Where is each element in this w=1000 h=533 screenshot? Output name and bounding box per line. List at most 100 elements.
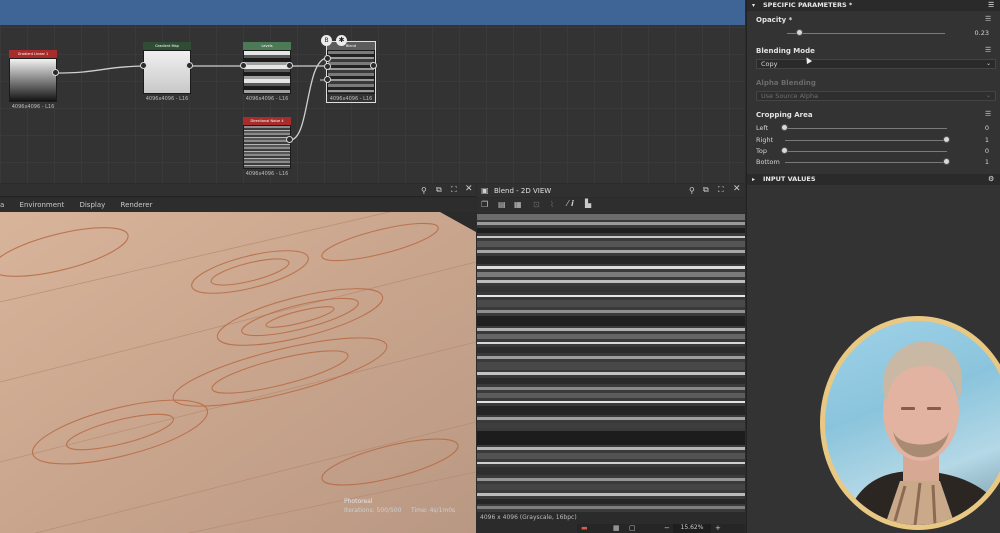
crop-left-value[interactable]: 0: [965, 124, 989, 132]
output-port[interactable]: [52, 69, 59, 76]
render-time: Time: 4s/1m0s: [411, 507, 456, 514]
pin-icon[interactable]: ⚲: [689, 186, 695, 195]
chevron-down-icon: ⌄: [986, 60, 992, 67]
input-port-foreground[interactable]: [324, 55, 331, 62]
node-caption: 4096x4096 - L16: [245, 171, 289, 177]
node-gradient-map[interactable]: Gradient Map 4096x4096 - L16: [143, 42, 191, 102]
node-gradient-linear[interactable]: Gradient Linear 1 4096x4096 - L16: [9, 50, 57, 110]
blending-mode-dropdown[interactable]: Copy ⌄: [756, 59, 996, 69]
menu-item-display[interactable]: Display: [79, 198, 105, 212]
collapse-icon[interactable]: ▸: [752, 174, 755, 185]
float-icon[interactable]: ⧉: [436, 185, 442, 195]
alpha-blending-dropdown[interactable]: Use Source Alpha ⌄: [756, 91, 996, 101]
badge-icon[interactable]: B: [321, 35, 332, 46]
float-icon[interactable]: ⧉: [703, 185, 709, 195]
input-port-mask[interactable]: [324, 76, 331, 83]
specific-parameters-header[interactable]: ▾ SPECIFIC PARAMETERS * ☰: [747, 0, 1000, 11]
zoom-field[interactable]: 15.62%: [673, 524, 711, 533]
output-port[interactable]: [370, 62, 377, 69]
node-caption: 4096x4096 - L16: [11, 104, 55, 110]
input-port[interactable]: [140, 62, 147, 69]
menu-item-scene[interactable]: a: [0, 198, 4, 212]
blending-mode-value: Copy: [761, 60, 778, 68]
opacity-slider-knob[interactable]: [795, 29, 803, 36]
connection-1: [55, 65, 145, 74]
crop-top-slider[interactable]: [785, 151, 947, 152]
save-icon[interactable]: ▤: [498, 200, 506, 209]
connection-4: [289, 57, 328, 141]
zoom-in-icon[interactable]: +: [715, 524, 721, 532]
maximize-icon[interactable]: ⛶: [718, 185, 724, 195]
2d-view-panel[interactable]: ▣ Blend - 2D VIEW ⚲ ⧉ ⛶ ✕ ❐ ▤ ▦ ⊡ ⌇ ⁄ i …: [477, 184, 745, 533]
node-caption: 4096x4096 - L16: [145, 96, 189, 102]
crop-bottom-knob[interactable]: [943, 158, 950, 165]
crop-top-knob[interactable]: [781, 147, 788, 154]
input-port-background[interactable]: [324, 63, 331, 70]
crop-left-knob[interactable]: [781, 124, 788, 131]
image-size-status: 4096 x 4096 (Grayscale, 16bpc): [480, 514, 577, 521]
node-header: Directional Noise 4: [243, 117, 291, 125]
crop-top-label: Top: [756, 147, 767, 155]
gear-icon[interactable]: ⚙: [988, 174, 994, 185]
wood-floor-render: [0, 212, 476, 533]
output-port[interactable]: [286, 62, 293, 69]
collapse-icon[interactable]: ▾: [752, 0, 755, 11]
info-icon[interactable]: i: [571, 199, 574, 208]
export-icon[interactable]: ▦: [514, 200, 522, 209]
tiling-icon[interactable]: ⊡: [533, 200, 540, 209]
crop-right-slider[interactable]: [785, 140, 947, 141]
pin-icon[interactable]: ⚲: [421, 186, 427, 195]
grid-icon[interactable]: ▦: [613, 524, 620, 532]
zoom-out-icon[interactable]: −: [664, 524, 670, 532]
crop-top-value[interactable]: 0: [965, 147, 989, 155]
opacity-value[interactable]: 0.23: [965, 29, 989, 37]
copy-icon[interactable]: ❐: [481, 200, 488, 209]
alpha-blending-label: Alpha Blending: [756, 79, 816, 87]
chevron-down-icon: ⌄: [986, 92, 992, 99]
menu-item-renderer[interactable]: Renderer: [121, 198, 153, 212]
node-header: Blend: [327, 42, 375, 50]
3d-view-menubar: a Environment Display Renderer: [0, 198, 476, 212]
cropping-menu-icon[interactable]: ☰: [985, 110, 991, 118]
output-port[interactable]: [286, 136, 293, 143]
menu-item-environment[interactable]: Environment: [20, 198, 65, 212]
3d-viewport-render[interactable]: Photoreal Iterations: 500/500 Time: 4s/1…: [0, 212, 476, 533]
node-levels[interactable]: Levels 4096x4096 - L16: [243, 42, 291, 102]
output-preview-icon[interactable]: ✱: [336, 35, 347, 46]
frame-icon[interactable]: ▢: [629, 524, 636, 532]
input-values-title: INPUT VALUES: [763, 175, 816, 183]
close-icon[interactable]: ✕: [465, 184, 473, 194]
opacity-slider-track[interactable]: [787, 33, 945, 34]
section-menu-icon[interactable]: ☰: [988, 0, 994, 11]
input-port[interactable]: [240, 62, 247, 69]
opacity-menu-icon[interactable]: ☰: [985, 15, 991, 23]
crop-left-slider[interactable]: [785, 128, 947, 129]
cropping-area-label: Cropping Area: [756, 111, 813, 119]
blending-mode-menu-icon[interactable]: ☰: [985, 46, 991, 54]
2d-texture-preview[interactable]: [477, 214, 745, 512]
output-port[interactable]: [186, 62, 193, 69]
crop-left-label: Left: [756, 124, 769, 132]
node-thumbnail: [327, 50, 375, 94]
histogram-icon[interactable]: ▙: [585, 199, 591, 208]
3d-view-titlebar: ⚲ ⧉ ⛶ ✕: [0, 184, 476, 197]
node-directional-noise[interactable]: Directional Noise 4 4096x4096 - L16: [243, 117, 291, 177]
alpha-blending-value: Use Source Alpha: [761, 92, 819, 100]
channels-icon[interactable]: ⁄: [567, 199, 568, 208]
opacity-label: Opacity *: [756, 16, 793, 24]
uv-icon[interactable]: ⌇: [550, 200, 554, 209]
crop-right-knob[interactable]: [943, 136, 950, 143]
close-icon[interactable]: ✕: [733, 184, 741, 194]
crop-right-value[interactable]: 1: [965, 136, 989, 144]
node-blend[interactable]: Blend 4096x4096 - L16: [326, 41, 376, 103]
node-caption: 4096x4096 - L16: [245, 96, 289, 102]
node-header: Gradient Map: [143, 42, 191, 50]
crop-bottom-value[interactable]: 1: [965, 158, 989, 166]
color-swatch-icon[interactable]: ▬: [581, 524, 588, 532]
node-header: Levels: [243, 42, 291, 50]
maximize-icon[interactable]: ⛶: [451, 185, 457, 195]
input-values-header[interactable]: ▸ INPUT VALUES ⚙: [747, 174, 1000, 185]
presenter-video: [845, 341, 1000, 525]
crop-bottom-slider[interactable]: [785, 162, 947, 163]
graph-editor[interactable]: Gradient Linear 1 4096x4096 - L16 Gradie…: [0, 0, 745, 183]
